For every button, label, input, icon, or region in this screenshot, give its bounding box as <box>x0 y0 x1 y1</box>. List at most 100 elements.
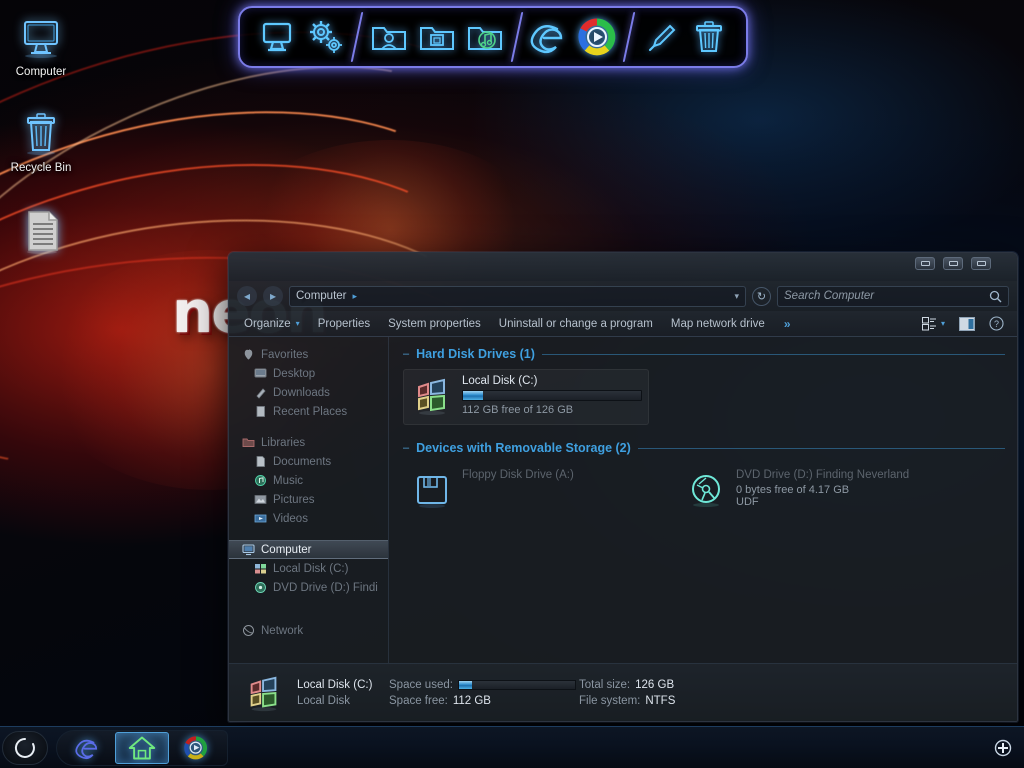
address-bar[interactable]: Computer ▸ ▾ <box>289 285 746 307</box>
media-player-icon <box>184 735 208 759</box>
top-dock[interactable] <box>238 6 748 68</box>
sidebar-item-favorites[interactable]: Favorites <box>229 345 388 364</box>
search-icon <box>989 290 1002 302</box>
details-file-system-value: NTFS <box>645 694 676 707</box>
search-input[interactable] <box>784 290 989 302</box>
taskbar-media-player[interactable] <box>169 732 223 764</box>
refresh-button[interactable]: ↻ <box>752 286 771 306</box>
desktop-icon-recycle-bin[interactable]: Recycle Bin <box>2 108 80 174</box>
drive-item-floppy-a[interactable]: Floppy Disk Drive (A:) <box>403 463 649 519</box>
dock-item-control-panel[interactable] <box>301 13 349 61</box>
taskbar-explorer-window[interactable] <box>115 731 169 764</box>
taskbar[interactable] <box>0 726 1024 768</box>
toolbar-system-properties-button[interactable]: System properties <box>379 314 490 334</box>
documents-icon <box>253 455 267 469</box>
toolbar-uninstall-button[interactable]: Uninstall or change a program <box>490 314 662 334</box>
maximize-button[interactable] <box>943 257 963 270</box>
start-button[interactable] <box>2 730 48 765</box>
sidebar-item-local-disk-c[interactable]: Local Disk (C:) <box>229 559 388 578</box>
desktop-icon-computer[interactable]: Computer <box>2 12 80 78</box>
dock-item-documents-folder[interactable] <box>413 13 461 61</box>
toolbar-view-button[interactable]: ▾ <box>915 316 952 331</box>
details-file-system-label: File system: <box>579 694 641 707</box>
recycle-bin-icon <box>2 108 80 160</box>
dock-item-user-folder[interactable] <box>365 13 413 61</box>
sidebar-label: Pictures <box>273 493 315 506</box>
toolbar-map-network-drive-button[interactable]: Map network drive <box>662 314 774 334</box>
downloads-icon <box>253 386 267 400</box>
dock-item-windows-media-player[interactable] <box>573 13 621 61</box>
sidebar-item-downloads[interactable]: Downloads <box>229 383 388 402</box>
screwdriver-icon <box>648 24 676 52</box>
sidebar-label: Network <box>261 624 304 637</box>
window-titlebar[interactable] <box>229 253 1017 281</box>
dock-item-my-computer[interactable] <box>253 13 301 61</box>
group-header-removable-storage[interactable]: – Devices with Removable Storage (2) <box>403 441 1005 455</box>
desktop-icon-label: Recycle Bin <box>10 162 72 174</box>
toolbar-organize-button[interactable]: Organize ▾ <box>235 314 309 334</box>
taskbar-internet-explorer[interactable] <box>61 732 115 764</box>
group-rule <box>541 353 1005 355</box>
sidebar-item-desktop[interactable]: Desktop <box>229 364 388 383</box>
media-player-icon <box>578 18 616 56</box>
content-pane[interactable]: – Hard Disk Drives (1) Local Disk (C:) 1… <box>389 337 1017 663</box>
drive-item-local-disk-c[interactable]: Local Disk (C:) 112 GB free of 126 GB <box>403 369 649 425</box>
breadcrumb-separator-icon[interactable]: ▸ <box>353 291 358 302</box>
close-button[interactable] <box>971 257 991 270</box>
window-body: Favorites Desktop Downloads Recent Place… <box>229 337 1017 663</box>
sidebar-item-network[interactable]: Network <box>229 621 388 640</box>
internet-explorer-icon <box>75 739 98 759</box>
sidebar-item-documents[interactable]: Documents <box>229 452 388 471</box>
dock-item-music-folder[interactable] <box>461 13 509 61</box>
explorer-window[interactable]: ◂ ▸ Computer ▸ ▾ ↻ Organize ▾ Properties… <box>228 252 1018 722</box>
music-icon <box>253 474 267 488</box>
details-columns: Local Disk (C:) Local Disk Space used: S… <box>297 679 675 707</box>
group-title: Hard Disk Drives (1) <box>416 347 535 361</box>
removable-storage-list: Floppy Disk Drive (A:) DVD Drive (D:) Fi… <box>403 463 1005 519</box>
sidebar-item-music[interactable]: Music <box>229 471 388 490</box>
dock-item-internet-explorer[interactable] <box>525 13 573 61</box>
network-icon <box>241 624 255 638</box>
dock-item-tools[interactable] <box>637 13 685 61</box>
dock-item-recycle-bin[interactable] <box>685 13 733 61</box>
group-title: Devices with Removable Storage (2) <box>416 441 631 455</box>
drive-filesystem-label: UDF <box>736 496 759 508</box>
back-arrow-icon: ◂ <box>243 289 251 303</box>
sidebar-item-dvd-drive-d[interactable]: DVD Drive (D:) Findi <box>229 578 388 597</box>
show-hidden-icons-button[interactable] <box>992 737 1014 759</box>
collapse-icon[interactable]: – <box>403 442 409 454</box>
sidebar-item-recent-places[interactable]: Recent Places <box>229 402 388 421</box>
toolbar-help-button[interactable]: ? <box>982 316 1011 331</box>
recent-places-icon <box>253 405 267 419</box>
navigation-pane[interactable]: Favorites Desktop Downloads Recent Place… <box>229 337 389 663</box>
sidebar-item-libraries[interactable]: Libraries <box>229 433 388 452</box>
forward-button[interactable]: ▸ <box>263 286 283 306</box>
details-total-size-value: 126 GB <box>635 678 675 691</box>
details-space-used-bar <box>457 679 576 690</box>
folder-window-icon <box>420 27 454 50</box>
address-dropdown-icon[interactable]: ▾ <box>734 291 739 302</box>
drive-usage-bar <box>462 390 642 401</box>
chevron-down-icon: ▾ <box>940 319 945 328</box>
toolbar-properties-button[interactable]: Properties <box>309 314 379 334</box>
sidebar-item-pictures[interactable]: Pictures <box>229 490 388 509</box>
toolbar-overflow-button[interactable]: » <box>774 317 801 331</box>
back-button[interactable]: ◂ <box>237 286 257 306</box>
sidebar-item-videos[interactable]: Videos <box>229 509 388 528</box>
group-header-hard-disk-drives[interactable]: – Hard Disk Drives (1) <box>403 347 1005 361</box>
sidebar-label: Documents <box>273 455 332 468</box>
toolbar-preview-pane-button[interactable] <box>952 316 982 331</box>
sidebar-label: Favorites <box>261 348 309 361</box>
internet-explorer-icon <box>530 25 563 54</box>
dock-group-internet <box>518 13 628 61</box>
search-box[interactable] <box>777 285 1009 307</box>
desktop-icon-document[interactable] <box>2 204 80 258</box>
collapse-icon[interactable]: – <box>403 348 409 360</box>
sidebar-label: Computer <box>261 543 312 556</box>
sidebar-item-computer[interactable]: Computer <box>229 540 388 559</box>
sidebar-label: Downloads <box>273 386 330 399</box>
dvd-icon <box>253 581 267 595</box>
drive-item-dvd-d[interactable]: DVD Drive (D:) Finding Neverland 0 bytes… <box>677 463 923 519</box>
minimize-button[interactable] <box>915 257 935 270</box>
breadcrumb-computer[interactable]: Computer <box>296 290 347 302</box>
